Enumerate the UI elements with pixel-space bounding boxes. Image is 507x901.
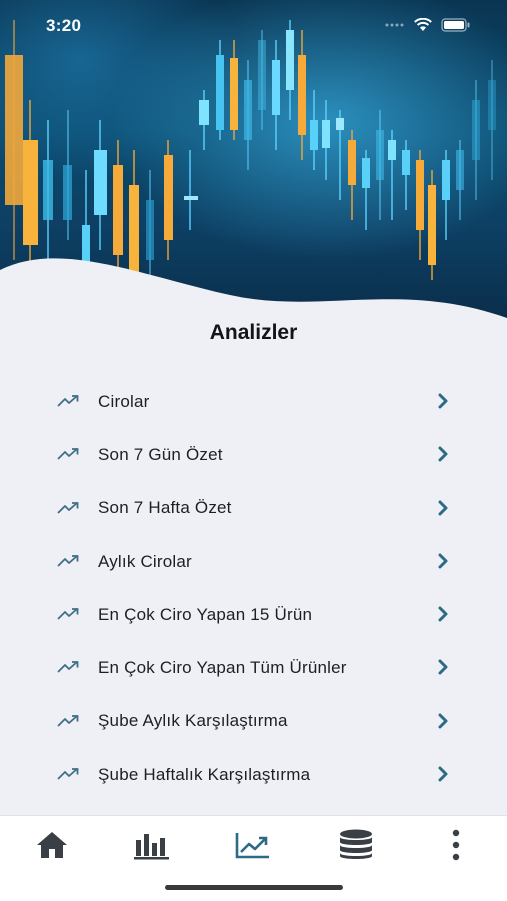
chevron-right-icon (438, 446, 448, 462)
chevron-right-icon (438, 606, 448, 622)
trending-up-icon (57, 554, 79, 567)
menu-item-cirolar[interactable]: Cirolar (0, 375, 507, 428)
chevron-right-icon (438, 713, 448, 729)
wifi-icon (414, 18, 432, 31)
tab-home[interactable] (32, 828, 72, 862)
trending-up-icon (57, 608, 79, 620)
chevron-right-icon (438, 500, 448, 516)
trending-up-icon (57, 501, 79, 514)
menu-item-en-cok-ciro-yapan-15-urun[interactable]: En Çok Ciro Yapan 15 Ürün (0, 588, 507, 641)
menu-item-label: Son 7 Gün Özet (98, 444, 223, 464)
chevron-right-icon (438, 766, 448, 782)
menu-item-sube-haftalik-karsilastirma[interactable]: Şube Haftalık Karşılaştırma (0, 748, 507, 801)
home-indicator (165, 885, 343, 890)
database-icon (340, 829, 372, 859)
signal-dots-icon (385, 23, 404, 27)
menu-item-son-7-hafta-ozet[interactable]: Son 7 Hafta Özet (0, 482, 507, 535)
menu-item-label: Şube Aylık Karşılaştırma (98, 711, 288, 731)
page-title: Analizler (209, 321, 298, 344)
menu-item-en-cok-ciro-yapan-tum-urunler[interactable]: En Çok Ciro Yapan Tüm Ürünler (0, 641, 507, 694)
more-vertical-icon (452, 829, 460, 861)
chevron-right-icon (438, 659, 448, 675)
battery-icon (441, 18, 470, 32)
trending-up-icon (57, 661, 79, 674)
trending-up-icon (57, 448, 79, 460)
menu-item-label: Şube Haftalık Karşılaştırma (98, 764, 311, 784)
tab-database[interactable] (336, 828, 376, 862)
chevron-right-icon (438, 393, 448, 409)
menu-item-label: Son 7 Hafta Özet (98, 498, 232, 518)
tab-analytics[interactable] (233, 828, 273, 862)
trending-up-icon (57, 714, 79, 727)
menu-item-sube-aylik-karsilastirma[interactable]: Şube Aylık Karşılaştırma (0, 695, 507, 748)
menu-item-son-7-gun-ozet[interactable]: Son 7 Gün Özet (0, 428, 507, 481)
wave-divider (0, 258, 507, 330)
menu-item-aylik-cirolar[interactable]: Aylık Cirolar (0, 535, 507, 588)
status-bar: 3:20 (0, 0, 507, 54)
chevron-right-icon (438, 553, 448, 569)
trending-up-icon (57, 395, 79, 407)
menu-item-label: En Çok Ciro Yapan Tüm Ürünler (98, 658, 347, 678)
menu-item-label: Aylık Cirolar (98, 551, 192, 571)
bar-chart-icon (134, 834, 169, 860)
status-time: 3:20 (46, 16, 82, 35)
analysis-menu-list: Cirolar Son 7 Gün Özet Son 7 Hafta Özet Ayl… (0, 375, 507, 801)
tab-more[interactable] (436, 828, 476, 862)
status-icons (385, 18, 471, 32)
home-icon (37, 832, 67, 858)
trending-up-icon (235, 833, 269, 859)
trending-up-icon (57, 768, 79, 780)
menu-item-label: En Çok Ciro Yapan 15 Ürün (98, 604, 313, 624)
menu-item-label: Cirolar (98, 391, 150, 411)
tab-reports[interactable] (132, 828, 172, 862)
